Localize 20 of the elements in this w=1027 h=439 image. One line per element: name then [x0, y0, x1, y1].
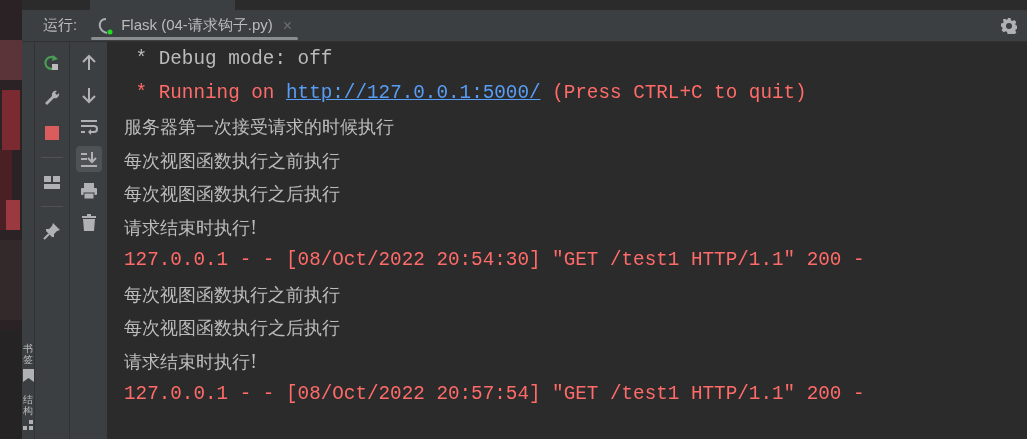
console-line: 服务器第一次接受请求的时候执行: [124, 115, 394, 140]
console-line: 127.0.0.1 - - [08/Oct/2022 20:54:30] "GET /test1 HTTP/1.1" 200 -: [124, 248, 865, 274]
scroll-to-end-icon[interactable]: [75, 146, 102, 172]
tab-title: Flask (04-请求钩子.py): [121, 15, 273, 36]
settings-icon[interactable]: [1001, 17, 1017, 34]
run-tab[interactable]: Flask (04-请求钩子.py) ×: [91, 9, 299, 42]
console-line: 每次视图函数执行之前执行: [124, 282, 340, 307]
panel-label: 运行:: [43, 15, 78, 36]
structure-icon: [22, 420, 34, 431]
url-link[interactable]: http://127.0.0.1:5000/: [286, 81, 541, 104]
console-line: 每次视图函数执行之前执行: [124, 148, 340, 173]
console-line: 请求结束时执行!: [124, 349, 258, 374]
console-line: 127.0.0.1 - - [08/Oct/2022 20:57:54] "GET /test1 HTTP/1.1" 200 -: [124, 382, 865, 408]
side-tab[interactable]: 书签: [23, 343, 33, 365]
console-line: 每次视图函数执行之后执行: [124, 182, 340, 207]
side-tab[interactable]: 结构: [23, 394, 33, 416]
console-line: * Running on http://127.0.0.1:5000/ (Press CTRL+C to quit): [134, 80, 807, 106]
console-line: * Debug mode: off: [134, 47, 333, 73]
console-line: 请求结束时执行!: [124, 215, 258, 240]
console-line: 每次视图函数执行之后执行: [124, 316, 340, 341]
